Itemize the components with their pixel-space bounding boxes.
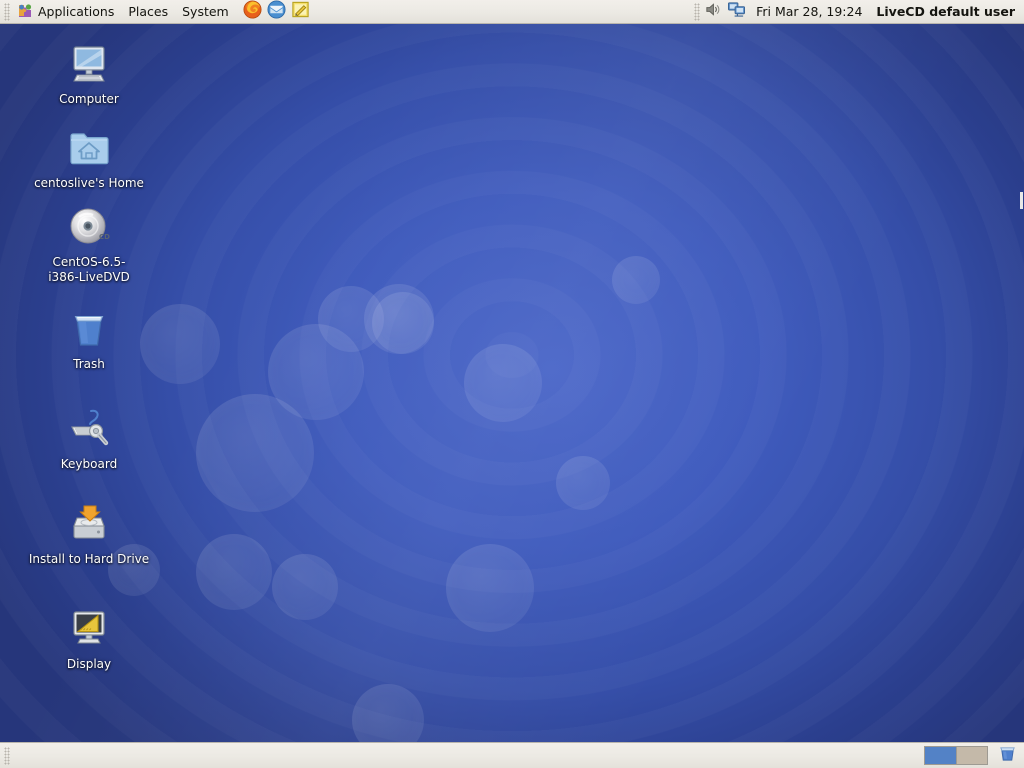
menu-places-label: Places xyxy=(128,3,169,19)
workspace-1[interactable] xyxy=(925,747,956,764)
launcher-text-editor[interactable] xyxy=(290,1,312,23)
hard-drive-install-icon xyxy=(65,500,113,548)
top-panel: Applications Places System Fri Mar 28, 1… xyxy=(0,0,1024,24)
volume-icon xyxy=(704,1,721,22)
desktop-screen: Computer centoslive's Home CD CentOS-6.5… xyxy=(0,0,1024,768)
desktop-icon-label: centoslive's Home xyxy=(34,176,144,190)
keyboard-settings-icon xyxy=(65,405,113,453)
panel-grip[interactable] xyxy=(4,2,10,21)
desktop-icon-label: Install to Hard Drive xyxy=(28,552,150,566)
computer-icon xyxy=(65,40,113,88)
trash-applet-icon xyxy=(998,744,1017,767)
bottom-panel xyxy=(0,742,1024,768)
desktop-icon-home[interactable]: centoslive's Home xyxy=(23,124,155,191)
menu-system[interactable]: System xyxy=(175,1,236,23)
desktop-icon-livedvd[interactable]: CD CentOS-6.5-i386-LiveDVD xyxy=(23,203,155,285)
wallpaper-bubble xyxy=(446,544,534,632)
desktop-icon-label: CentOS-6.5-i386-LiveDVD xyxy=(48,255,130,284)
bottom-panel-grip[interactable] xyxy=(4,746,10,765)
wallpaper-bubble xyxy=(272,554,338,620)
desktop-icon-install-hard-drive[interactable]: Install to Hard Drive xyxy=(23,500,155,567)
text-editor-icon xyxy=(291,0,310,23)
menu-applications-label: Applications xyxy=(38,3,115,19)
launcher-thunderbird[interactable] xyxy=(266,0,288,23)
firefox-icon xyxy=(243,0,262,23)
desktop-icon-display[interactable]: Display xyxy=(23,605,155,672)
tray-grip[interactable] xyxy=(694,2,701,21)
home-folder-icon xyxy=(65,124,113,172)
tray-volume[interactable] xyxy=(700,1,724,23)
desktop-icon-label: Keyboard xyxy=(60,457,118,471)
wallpaper-bubble xyxy=(268,324,364,420)
desktop-icon-label: Computer xyxy=(59,92,119,106)
svg-text:CD: CD xyxy=(99,233,110,241)
desktop-icon-computer[interactable]: Computer xyxy=(23,40,155,107)
cd-disc-icon: CD xyxy=(65,203,113,251)
trash-applet[interactable] xyxy=(996,745,1018,767)
tray-network-display[interactable] xyxy=(724,1,748,23)
menu-applications[interactable]: Applications xyxy=(10,0,121,23)
trash-icon xyxy=(65,305,113,353)
wallpaper-bubble xyxy=(196,394,314,512)
desktop-icon-label: Trash xyxy=(73,357,105,371)
launcher-firefox[interactable] xyxy=(242,0,264,23)
thunderbird-icon xyxy=(267,0,286,23)
desktop-icon-trash[interactable]: Trash xyxy=(23,305,155,372)
wallpaper-bubble xyxy=(196,534,272,610)
wallpaper-bubble xyxy=(464,344,542,422)
wallpaper-bubble xyxy=(352,684,424,744)
desktop-icon-keyboard[interactable]: Keyboard xyxy=(23,405,155,472)
user-menu[interactable]: LiveCD default user xyxy=(870,1,1024,23)
wallpaper-bubble xyxy=(612,256,660,304)
centos-applications-icon xyxy=(17,3,33,19)
workspace-switcher[interactable] xyxy=(924,746,988,765)
wallpaper-bubble xyxy=(318,286,384,352)
wallpaper-bubble xyxy=(372,292,434,354)
network-display-icon xyxy=(727,1,746,22)
menu-system-label: System xyxy=(182,3,229,19)
desktop-icon-label: Display xyxy=(66,657,112,671)
menu-places[interactable]: Places xyxy=(121,1,175,23)
wallpaper-bubble xyxy=(364,284,434,354)
workspace-2[interactable] xyxy=(956,747,987,764)
clock[interactable]: Fri Mar 28, 19:24 xyxy=(748,1,870,23)
display-settings-icon xyxy=(65,605,113,653)
wallpaper-bubble xyxy=(556,456,610,510)
text-cursor-artifact xyxy=(1020,192,1023,209)
